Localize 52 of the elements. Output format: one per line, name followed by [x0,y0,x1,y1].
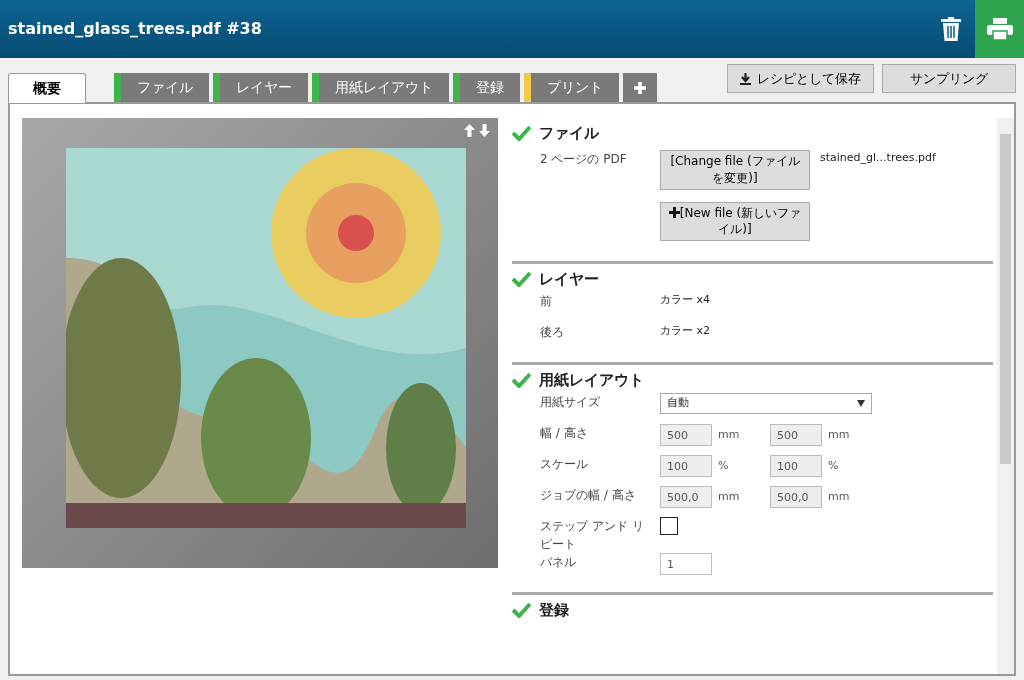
window-title: stained_glass_trees.pdf #38 [7,18,263,40]
unit-label: mm [717,489,741,506]
field-label: ステップ アンド リピート [539,518,645,554]
field-label: 後ろ [539,324,565,342]
checkbox[interactable] [660,517,678,536]
tab[interactable]: 用紙レイアウト [312,73,449,102]
field-label: 用紙サイズ [539,394,601,412]
tab[interactable]: ファイル [114,73,209,102]
field-label: パネル [539,554,577,572]
printer-icon [986,18,1013,40]
input-field[interactable]: 100 [660,455,712,478]
scrollbar[interactable] [997,118,1014,674]
unit-label: % [827,458,840,475]
field-label: ジョブの幅 / 高さ [539,487,637,505]
add-tab-button[interactable] [623,73,657,102]
input-field[interactable]: 500 [660,424,712,447]
toolbar-button[interactable]: サンプリング [882,64,1016,93]
field-label: スケール [539,456,589,474]
tab[interactable]: レイヤー [213,73,308,102]
input-field[interactable]: 500,0 [770,486,822,509]
input-field[interactable]: 500,0 [660,486,712,509]
section-title: レイヤー [539,268,599,290]
unit-label: mm [827,427,851,444]
file-button[interactable]: [New file (新しいファイル)] [660,201,810,242]
section-title: ファイル [539,122,599,144]
section-title: 登録 [539,599,569,621]
move-up-icon[interactable] [464,124,475,137]
file-name: stained_gl...trees.pdf [820,150,936,166]
tab[interactable]: 概要 [8,73,86,103]
dropdown-arrow-icon [857,400,865,408]
input-field[interactable]: 1 [660,553,712,576]
trash-icon [941,17,961,41]
tab[interactable]: プリント [524,73,619,102]
move-down-icon[interactable] [479,124,490,137]
download-icon [740,72,751,85]
toolbar-button[interactable]: レシピとして保存 [727,64,874,93]
field-label: 2 ページの PDF [539,151,628,168]
unit-label: % [717,458,730,475]
plus-icon [668,206,680,218]
tab[interactable]: 登録 [453,73,520,102]
section-title: 用紙レイアウト [539,369,644,391]
input-field[interactable]: 500 [770,424,822,447]
input-field[interactable]: 100 [770,455,822,478]
file-button[interactable]: [Change file (ファイルを変更)] [660,150,810,190]
field-label: 前 [539,293,553,311]
paper-size-dropdown[interactable]: 自動 [660,393,872,415]
plus-icon [634,81,646,94]
field-value: カラー x4 [660,292,710,309]
unit-label: mm [717,427,741,444]
field-value: カラー x2 [660,323,710,340]
field-label: 幅 / 高さ [539,425,589,443]
unit-label: mm [827,489,851,506]
